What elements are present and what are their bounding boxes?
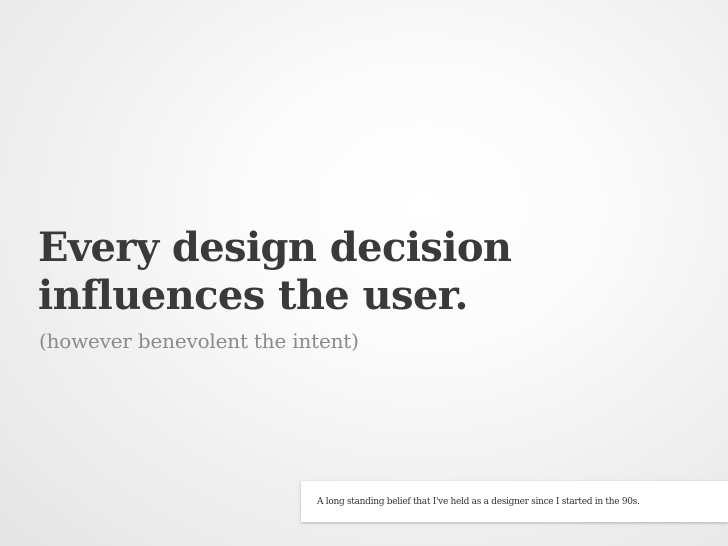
slide-subtitle: (however benevolent the intent) [39,329,359,353]
headline-line-1: Every design decision [38,224,512,271]
slide: Every design decision influences the use… [0,0,728,546]
slide-headline: Every design decision influences the use… [38,224,638,320]
speaker-note-text: A long standing belief that I've held as… [317,496,640,507]
headline-line-2: influences the user. [38,272,468,319]
speaker-note-box: A long standing belief that I've held as… [301,481,728,522]
